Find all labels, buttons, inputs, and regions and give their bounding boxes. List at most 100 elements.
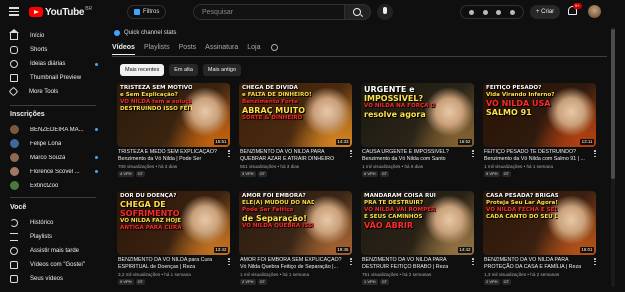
stat-badge: GT [257,171,268,177]
voice-search-button[interactable] [377,4,393,20]
video-title[interactable]: AMOR FOI EMBORA SEM EXPLICAÇÃO? Vó Nilda… [240,257,345,271]
more-options-icon[interactable] [350,150,352,158]
video-card[interactable]: CHEGA DE DÍVIDA e FALTA DE DINHEIRO! Benzi… [239,83,352,183]
stat-badge: 2 VPH [240,279,256,285]
sidebar-item-watch-later[interactable]: Assistir mais tarde [10,247,98,255]
sidebar-item-daily-ideas[interactable]: Ideias diárias [10,60,98,68]
extension-icon[interactable] [482,9,488,15]
thumbnail-text-line: AMOR FOI EMBORA? [242,193,306,199]
sidebar-subscription[interactable]: ExtinctZoo [10,181,98,190]
page-scrollbar[interactable] [611,27,615,287]
chip-latest[interactable]: Mais recentes [120,64,165,76]
sidebar-subscription[interactable]: BENZEDEIRA MA... [10,125,98,134]
video-thumbnail[interactable]: URGENTE eIMPOSSÍVEL?VÓ NILDA NA FORÇA DA… [361,83,474,147]
chip-popular[interactable]: Em alta [169,64,198,76]
sidebar-item-shorts[interactable]: Shorts [10,46,98,54]
extension-icon[interactable] [509,9,515,15]
video-stats-badges: 4 VPH GT [118,171,147,177]
thumbnail-text-line: e Sem Explicação? [120,92,178,98]
video-duration: 14:33 [335,139,350,145]
video-card[interactable]: URGENTE eIMPOSSÍVEL?VÓ NILDA NA FORÇA DA… [361,83,474,183]
more-options-icon[interactable] [350,258,352,266]
clock-icon [10,60,18,68]
video-stats-badges: 3 VPH GT [240,171,269,177]
more-options-icon[interactable] [472,258,474,266]
extension-icon[interactable] [496,9,502,15]
video-card[interactable]: FEITIÇO PESADO? Vida Virando Inferno? VÓ N… [483,83,596,183]
filters-button[interactable]: Filtros [127,5,167,19]
video-thumbnail[interactable]: MANDARAM COISA RUIM PRA TE DESTRUIR? VÓ NI… [361,191,474,255]
tab-membership[interactable]: Assinatura [205,44,238,54]
thumbnail-text-line: VÓ NILDA QUEBRA ISSO [242,223,314,229]
you-heading[interactable]: Você [10,204,26,211]
video-thumbnail[interactable]: AMOR FOI EMBORA?ELE(A) MUDOU DO NADA?Pod… [239,191,352,255]
thumbnail-text-line: Pode Ser Feitiço [242,207,294,213]
youtube-logo[interactable]: YouTube BR [29,6,92,18]
video-thumbnail[interactable]: FEITIÇO PESADO? Vida Virando Inferno? VÓ N… [483,83,596,147]
sidebar-item-thumbnail-preview[interactable]: Thumbnail Preview [10,74,98,82]
logo-text: YouTube [45,6,85,18]
sidebar-subscription[interactable]: Florence Scovel ... [10,167,98,176]
video-thumbnail[interactable]: CASA PESADA? BRIGAS? Proteja Seu Lar Agor… [483,191,596,255]
video-title[interactable]: BENZIMENTO DA VÓ NILDA PARA PROTEÇÃO DA … [484,257,589,271]
thumbnail-text-line: VÓ NILDA USA [486,99,551,108]
scrollbar-thumb[interactable] [611,29,615,179]
thumbnail-text-line: VÓ NILDA FECHA E SELA [486,207,558,213]
thumbnail-text-overlay: URGENTE eIMPOSSÍVEL?VÓ NILDA NA FORÇA DA… [364,85,436,119]
channel-avatar [10,181,19,190]
video-card[interactable]: AMOR FOI EMBORA?ELE(A) MUDOU DO NADA?Pod… [239,191,352,291]
stat-badge: 1 VPH [362,279,378,285]
video-title[interactable]: BENZIMENTO DA VÓ NILDA PARA DESTRUIR FEI… [362,257,467,271]
extension-toolbar[interactable] [460,5,524,19]
thumbnail-text-line: DOR DU DOENÇA? [120,193,177,199]
video-title[interactable]: CAUSA URGENTE E IMPOSSÍVEL? Benzimento d… [362,149,467,163]
video-card[interactable]: DOR DU DOENÇA? CHEGA DE SOFRIMENTO VÓ NILDA… [117,191,230,291]
sidebar-item-your-videos[interactable]: Seus vídeos [10,275,98,283]
subscriptions-heading[interactable]: Inscrições [10,111,45,118]
sidebar-item-liked-videos[interactable]: Vídeos com "Gostei" [10,261,98,269]
more-options-icon[interactable] [594,150,596,158]
tab-store[interactable]: Loja [247,44,260,54]
sidebar-item-more-tools[interactable]: More Tools [8,86,98,97]
create-button[interactable]: + Criar [530,5,561,19]
tab-playlists[interactable]: Playlists [144,44,170,54]
more-options-icon[interactable] [228,150,230,158]
sidebar-item-history[interactable]: Histórico [10,219,98,227]
video-stats-badges: 1 VPH GT [362,279,391,285]
more-options-icon[interactable] [228,258,230,266]
new-content-dot [95,62,98,66]
sidebar-item-playlists[interactable]: Playlists [10,233,98,241]
channel-search-icon[interactable] [271,44,279,51]
video-card[interactable]: CASA PESADA? BRIGAS? Proteja Seu Lar Agor… [483,191,596,291]
hamburger-menu-icon[interactable] [9,7,19,16]
video-card[interactable]: TRISTEZA SEM MOTIVO? e Sem Explicação? VÓ … [117,83,230,183]
video-title[interactable]: TRISTEZA E MEDO SEM EXPLICAÇÃO? Benzimen… [118,149,223,163]
video-title[interactable]: BENZIMENTO DA VÓ NILDA para Cura ESPIRIT… [118,257,223,271]
video-stats-badges: 2 VPH GT [240,279,269,285]
more-options-icon[interactable] [594,258,596,266]
video-title[interactable]: BENZIMENTO DA VÓ NILDA PARA QUEBRAR AZAR… [240,149,345,163]
more-options-icon[interactable] [472,150,474,158]
stat-badge: GT [135,279,146,285]
sidebar-item-label: Seus vídeos [30,276,64,282]
thumbnail-text-line: VÃO ABRIR [364,221,414,230]
video-thumbnail[interactable]: DOR DU DOENÇA? CHEGA DE SOFRIMENTO VÓ NILDA… [117,191,230,255]
tab-posts[interactable]: Posts [179,44,197,54]
quick-channel-stats-bar[interactable]: Quick channel stats [110,27,610,39]
thumbnail-text-line: VÓ NILDA FAZ HOJE [120,218,182,224]
sidebar-item-home[interactable]: Início [9,29,98,40]
top-bar: YouTube BR Filtros Pesquisar + Criar 9+ [0,0,625,26]
search-button[interactable] [345,4,371,20]
sidebar-subscription[interactable]: Marco Souza [10,153,98,162]
video-thumbnail[interactable]: TRISTEZA SEM MOTIVO? e Sem Explicação? VÓ … [117,83,230,147]
chip-oldest[interactable]: Mais antigo [202,64,242,76]
account-avatar[interactable] [588,5,601,18]
video-title[interactable]: FEITIÇO PESADO TE DESTRUINDO? Benzimento… [484,149,589,163]
video-card[interactable]: MANDARAM COISA RUIM PRA TE DESTRUIR? VÓ NI… [361,191,474,291]
sidebar-subscription[interactable]: Felipe Lona [10,139,98,148]
thumbnail-text-overlay: CASA PESADA? BRIGAS? Proteja Seu Lar Agor… [486,193,558,221]
tab-videos[interactable]: Vídeos [112,44,135,55]
extension-icon[interactable] [469,9,475,15]
video-thumbnail[interactable]: CHEGA DE DÍVIDA e FALTA DE DINHEIRO! Benzi… [239,83,352,147]
search-input[interactable]: Pesquisar [193,4,345,20]
